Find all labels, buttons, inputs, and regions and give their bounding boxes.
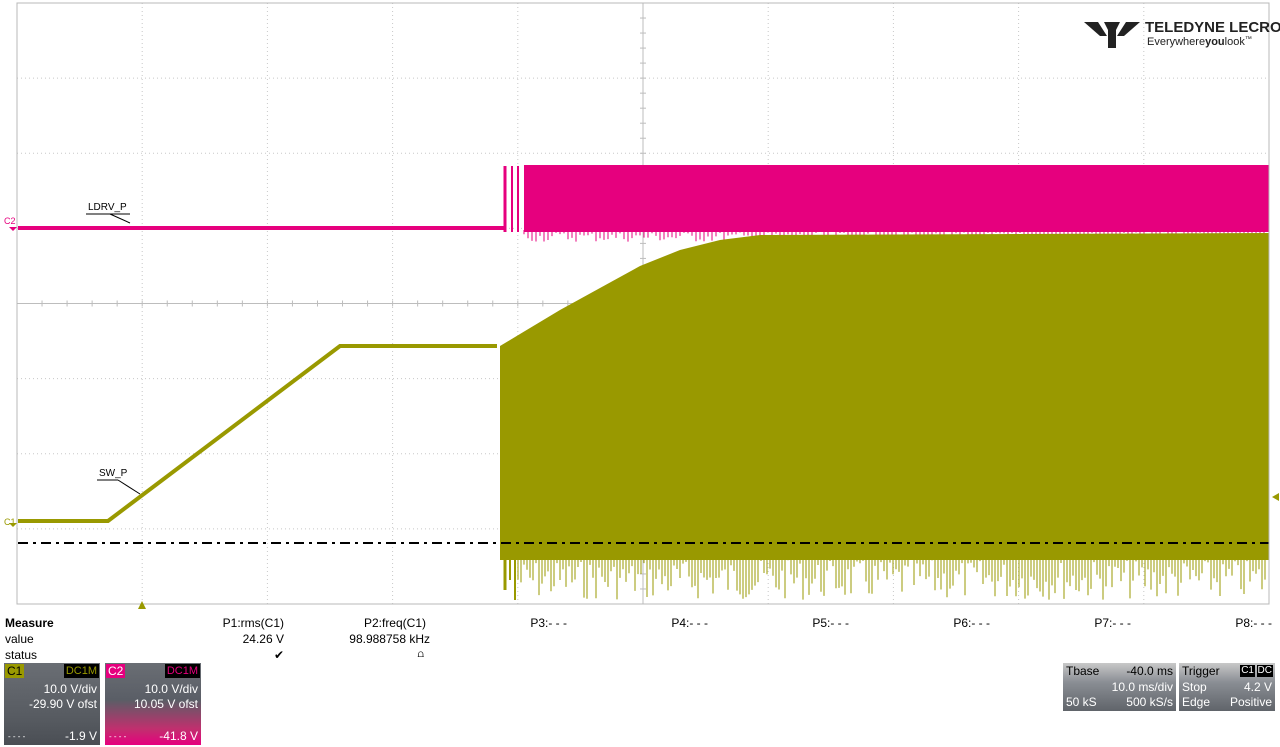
measure-param-p2-status: ⩍ <box>417 649 425 660</box>
trigger-coupling-tag: DC <box>1256 665 1273 677</box>
c2-dash: - - - - <box>109 732 127 741</box>
measure-param-p6-name[interactable]: P6:- - - <box>953 615 990 631</box>
trigger-slope: Positive <box>1229 695 1272 709</box>
trigger-level-marker[interactable] <box>1272 493 1279 501</box>
measure-param-p1-value: 24.26 V <box>242 632 284 646</box>
c2-coupling-tag: DC1M <box>164 664 200 678</box>
trigger-type: Edge <box>1182 695 1211 709</box>
trigger-time-marker[interactable] <box>138 601 146 609</box>
trace-label-c2: LDRV_P <box>88 202 127 213</box>
trace-label-c1: SW_P <box>99 468 128 479</box>
channel-c2-descriptor[interactable]: C2 DC1M 10.0 V/div 10.05 V ofst - - - - … <box>105 663 201 745</box>
c1-coupling-tag: DC1M <box>63 664 99 678</box>
timebase-panel[interactable]: Tbase -40.0 ms 10.0 ms/div 50 kS 500 kS/… <box>1063 663 1176 711</box>
measure-param-p5-name[interactable]: P5:- - - <box>812 615 849 631</box>
trigger-source-tag: C1 <box>1240 665 1255 677</box>
measure-param-p4-name[interactable]: P4:- - - <box>671 615 708 631</box>
measure-param-p2-name[interactable]: P2:freq(C1) <box>364 615 426 631</box>
measure-param-p1-status: ✔ <box>273 648 284 662</box>
timebase-delay: -40.0 ms <box>1126 664 1173 678</box>
timebase-tdiv: 10.0 ms/div <box>1111 680 1173 694</box>
timebase-rate: 500 kS/s <box>1126 695 1173 709</box>
measure-param-p3-name[interactable]: P3:- - - <box>530 615 567 631</box>
trigger-label: Trigger <box>1182 664 1220 678</box>
brand-tagline: Everywhereyoulook™ <box>1147 36 1252 48</box>
c2-offset-arrow <box>9 227 17 231</box>
measure-row-value-label: value <box>5 632 34 646</box>
trigger-level: 4.2 V <box>1243 680 1272 694</box>
c2-name-tag: C2 <box>106 664 126 678</box>
c2-vdiv: 10.0 V/div <box>144 682 198 696</box>
c2-reading: -41.8 V <box>159 729 198 743</box>
trace-c2 <box>18 165 1269 242</box>
trigger-panel[interactable]: Trigger C1 DC Stop 4.2 V Edge Positive <box>1179 663 1275 711</box>
waveform-display: LDRV_P SW_P C2 C1 TELEDYNE LECROY Everyw… <box>4 2 1280 609</box>
measure-param-p8-name[interactable]: P8:- - - <box>1235 615 1272 631</box>
trigger-mode: Stop <box>1182 680 1207 694</box>
teledyne-logo-icon <box>1084 22 1140 48</box>
trace-c1 <box>18 233 1269 600</box>
measure-param-p1-name[interactable]: P1:rms(C1) <box>223 615 284 631</box>
c2-offset: 10.05 V ofst <box>133 697 198 711</box>
channel-c1-descriptor[interactable]: C1 DC1M 10.0 V/div -29.90 V ofst - - - -… <box>4 663 100 745</box>
c1-offset: -29.90 V ofst <box>28 697 97 711</box>
teledyne-lecroy-logo: TELEDYNE LECROY Everywhereyoulook™ <box>1084 19 1280 48</box>
timebase-samples: 50 kS <box>1066 695 1097 709</box>
channel-marker-c2: C2 <box>4 216 16 226</box>
measure-heading: Measure <box>5 616 54 630</box>
c1-reading: -1.9 V <box>64 729 97 743</box>
timebase-label: Tbase <box>1066 664 1100 678</box>
c1-vdiv: 10.0 V/div <box>43 682 97 696</box>
c1-dash: - - - - <box>8 732 26 741</box>
measure-row-status-label: status <box>5 648 38 662</box>
c1-name-tag: C1 <box>5 664 25 678</box>
measure-param-p2-value: 98.988758 kHz <box>349 632 430 646</box>
brand-name: TELEDYNE LECROY <box>1145 19 1280 36</box>
measure-param-p7-name[interactable]: P7:- - - <box>1094 615 1131 631</box>
